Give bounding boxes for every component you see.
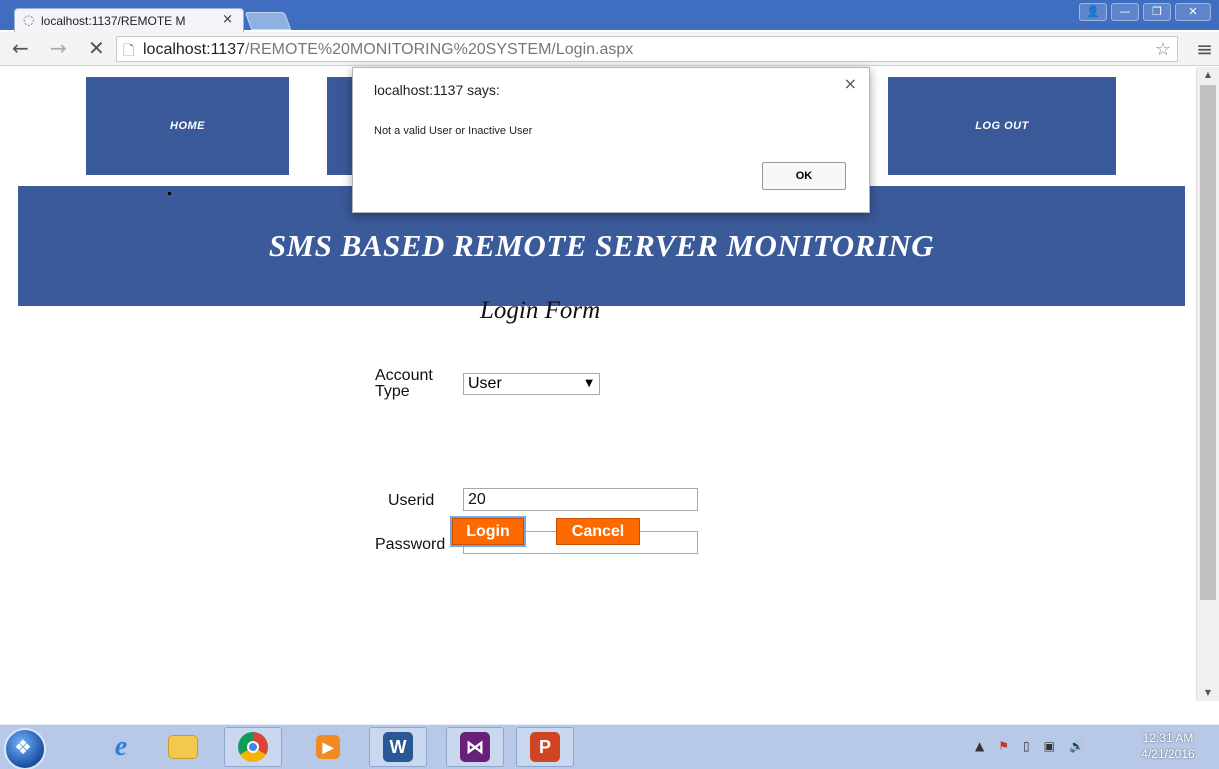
scrollbar-thumb[interactable] xyxy=(1200,85,1216,600)
scroll-down-icon[interactable]: ▼ xyxy=(1197,685,1219,701)
banner-title: SMS BASED REMOTE SERVER MONITORING xyxy=(268,228,935,263)
account-type-value: User xyxy=(468,375,502,392)
nav-logout[interactable]: LOG OUT xyxy=(888,77,1116,175)
battery-icon[interactable]: ▯ xyxy=(1023,739,1030,753)
ie-glyph: e xyxy=(114,731,128,762)
chrome-glyph xyxy=(238,732,268,762)
clock-time: 12:31 AM xyxy=(1142,731,1194,745)
userid-input[interactable]: 20 xyxy=(463,488,698,511)
action-center-icon[interactable]: ⚑ xyxy=(998,739,1009,753)
powerpoint-glyph: P xyxy=(530,732,560,762)
word-icon[interactable]: W xyxy=(369,727,427,767)
new-tab-button[interactable] xyxy=(244,12,292,30)
alert-dialog: localhost:1137 says: × Not a valid User … xyxy=(352,67,870,213)
dialog-ok-button[interactable]: OK xyxy=(762,162,846,190)
start-button[interactable]: ❖ xyxy=(4,728,46,769)
dialog-message: Not a valid User or Inactive User xyxy=(374,125,533,137)
userid-label: Userid xyxy=(388,492,435,509)
account-type-label: Account Type xyxy=(375,367,433,400)
bookmark-star-icon[interactable]: ☆ xyxy=(1155,39,1171,60)
ie-icon[interactable]: e xyxy=(92,727,150,767)
dropdown-arrow-icon: ▼ xyxy=(585,378,593,389)
browser-toolbar: ← → ✕ 🗋 localhost:1137/REMOTE%20MONITORI… xyxy=(0,32,1219,66)
word-glyph: W xyxy=(383,732,413,762)
url-host: localhost:1137 xyxy=(143,41,245,58)
stop-loading-icon[interactable]: ✕ xyxy=(88,38,105,58)
taskbar-clock[interactable]: 12:31 AM 4/21/2016 xyxy=(1123,730,1213,762)
visual-studio-icon[interactable]: ⋈ xyxy=(446,727,504,767)
cancel-button[interactable]: Cancel xyxy=(556,518,640,545)
tab-close-icon[interactable]: × xyxy=(222,12,233,27)
forward-icon[interactable]: → xyxy=(50,38,67,58)
account-type-select[interactable]: User ▼ xyxy=(463,373,600,395)
tab-title: localhost:1137/REMOTE M xyxy=(41,14,186,28)
show-hidden-icons-icon[interactable]: ▲ xyxy=(975,739,984,753)
visual-studio-glyph: ⋈ xyxy=(460,732,490,762)
address-bar[interactable]: 🗋 localhost:1137/REMOTE%20MONITORING%20S… xyxy=(116,36,1178,62)
windows-logo-icon: ❖ xyxy=(14,735,32,759)
chrome-icon[interactable] xyxy=(224,727,282,767)
clock-date: 4/21/2016 xyxy=(1141,747,1195,761)
back-icon[interactable]: ← xyxy=(12,38,29,58)
dialog-title: localhost:1137 says: xyxy=(374,82,500,98)
network-icon[interactable]: ▣ xyxy=(1044,739,1055,753)
url-path: /REMOTE%20MONITORING%20SYSTEM/Login.aspx xyxy=(245,41,634,58)
powerpoint-icon[interactable]: P xyxy=(516,727,574,767)
vertical-scrollbar[interactable]: ▲ ▼ xyxy=(1196,67,1219,701)
nav-home-label: HOME xyxy=(170,120,205,132)
media-player-glyph: ▶ xyxy=(316,735,340,759)
nav-logout-label: LOG OUT xyxy=(975,120,1029,132)
nav-home[interactable]: HOME xyxy=(86,77,289,175)
restore-button[interactable]: ❐ xyxy=(1143,3,1171,21)
login-button[interactable]: Login xyxy=(452,518,524,545)
scroll-up-icon[interactable]: ▲ xyxy=(1197,67,1219,83)
system-tray: ▲ ⚑ ▯ ▣ 🔊 xyxy=(975,739,1084,753)
loading-spinner-icon: ◌ xyxy=(23,13,35,28)
taskbar: ❖ e ▶ W ⋈ P ▲ ⚑ ▯ ▣ 🔊 12:31 AM 4/21/2016 xyxy=(0,724,1219,769)
browser-tab[interactable]: ◌ localhost:1137/REMOTE M × xyxy=(14,8,244,32)
banner-dot xyxy=(168,192,171,195)
login-form-title: Login Form xyxy=(480,297,601,324)
media-player-icon[interactable]: ▶ xyxy=(299,727,357,767)
browser-menu-icon[interactable]: ≡ xyxy=(1196,37,1213,61)
dialog-close-icon[interactable]: × xyxy=(844,74,857,93)
url-text: localhost:1137/REMOTE%20MONITORING%20SYS… xyxy=(143,41,633,59)
page-icon: 🗋 xyxy=(123,43,135,59)
close-window-button[interactable]: ✕ xyxy=(1175,3,1211,21)
minimize-button[interactable]: — xyxy=(1111,3,1139,21)
file-explorer-icon[interactable] xyxy=(154,727,212,767)
browser-tabstrip: ◌ localhost:1137/REMOTE M × 👤 — ❐ ✕ xyxy=(0,0,1219,32)
window-controls: 👤 — ❐ ✕ xyxy=(1079,3,1211,21)
password-label: Password xyxy=(375,536,446,553)
volume-icon[interactable]: 🔊 xyxy=(1069,739,1084,753)
user-icon[interactable]: 👤 xyxy=(1079,3,1107,21)
folder-glyph xyxy=(168,735,198,759)
